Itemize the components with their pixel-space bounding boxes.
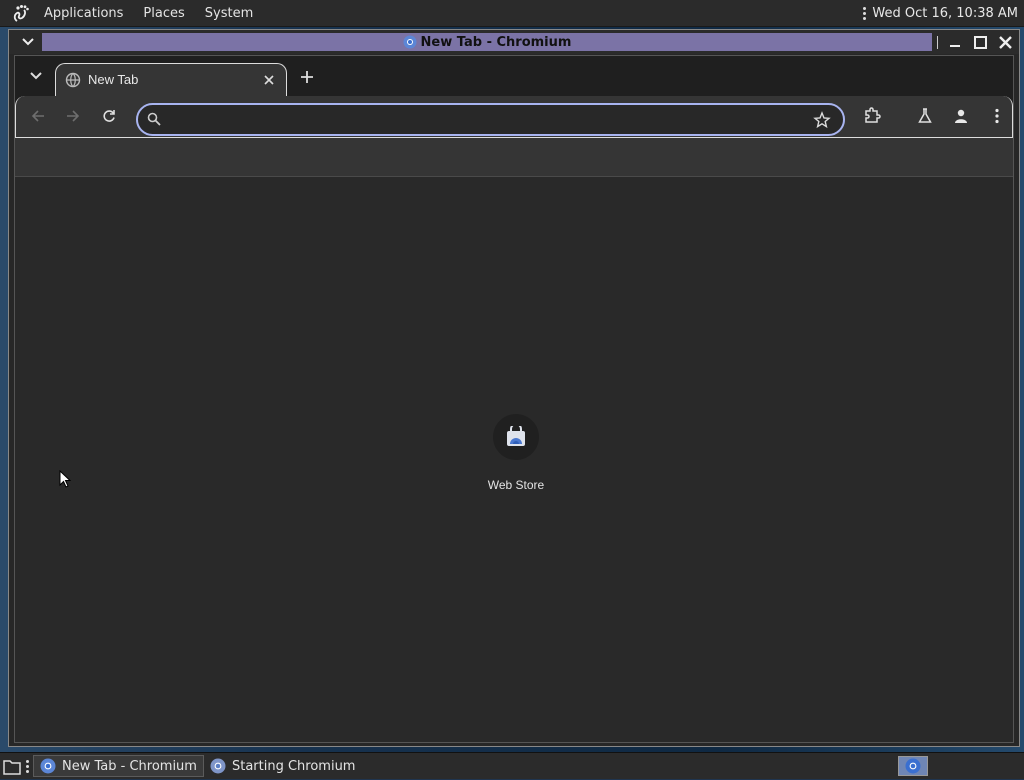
back-button[interactable] <box>27 105 49 127</box>
bookmarks-bar <box>15 138 1013 177</box>
profile-avatar-icon[interactable] <box>950 105 972 127</box>
gnome-foot-icon[interactable] <box>10 2 32 24</box>
workspace-switcher[interactable] <box>898 756 928 776</box>
panel-handle-icon[interactable] <box>863 6 867 20</box>
new-tab-button[interactable] <box>297 67 317 87</box>
task-label: Starting Chromium <box>231 758 356 774</box>
window-title: New Tab - Chromium <box>420 34 572 50</box>
web-store-icon-circle <box>493 414 539 460</box>
chromium-window: New Tab - Chromium New Tab Web Store <box>8 29 1020 747</box>
window-menu-icon[interactable] <box>15 33 41 51</box>
clock[interactable]: Wed Oct 16, 10:38 AM <box>872 6 1018 21</box>
menu-places[interactable]: Places <box>135 6 192 21</box>
menu-system[interactable]: System <box>197 6 261 21</box>
chromium-icon <box>210 758 226 774</box>
mouse-pointer-icon <box>59 470 72 488</box>
browser-frame: New Tab Web Store <box>14 55 1014 743</box>
shortcut-label: Web Store <box>487 478 545 492</box>
globe-icon <box>65 72 81 88</box>
address-input[interactable] <box>172 109 796 133</box>
extensions-puzzle-icon[interactable] <box>861 105 883 127</box>
browser-toolbar <box>15 96 1013 138</box>
labs-flask-icon[interactable] <box>914 105 936 127</box>
shortcut-web-store[interactable]: Web Store <box>478 414 554 492</box>
window-title-bar-highlight[interactable]: New Tab - Chromium <box>42 33 932 51</box>
chromium-icon <box>40 758 56 774</box>
chromium-icon <box>403 35 417 49</box>
show-desktop-icon[interactable] <box>2 756 22 776</box>
forward-button[interactable] <box>62 105 84 127</box>
top-panel: Applications Places System Wed Oct 16, 1… <box>0 0 1024 27</box>
bottom-panel: New Tab - Chromium Starting Chromium <box>0 752 1024 779</box>
minimize-button[interactable] <box>945 33 965 51</box>
tab-new-tab[interactable]: New Tab <box>55 63 287 97</box>
task-starting-chromium[interactable]: Starting Chromium <box>204 755 362 777</box>
search-icon <box>147 112 161 126</box>
titlebar-separator <box>937 36 938 49</box>
web-store-icon <box>507 426 525 446</box>
tab-strip: New Tab <box>15 56 1013 97</box>
panel-handle-icon[interactable] <box>26 759 29 773</box>
task-label: New Tab - Chromium <box>62 758 197 774</box>
window-titlebar[interactable]: New Tab - Chromium <box>9 30 1019 54</box>
bookmark-star-icon[interactable] <box>813 111 831 129</box>
new-tab-page: Web Store <box>15 177 1013 742</box>
tab-title: New Tab <box>88 72 139 87</box>
tab-search-button[interactable] <box>25 65 47 87</box>
tab-close-icon[interactable] <box>260 71 278 89</box>
maximize-button[interactable] <box>970 33 990 51</box>
address-bar[interactable] <box>136 103 845 136</box>
menu-applications[interactable]: Applications <box>36 6 131 21</box>
close-window-button[interactable] <box>995 33 1015 51</box>
browser-menu-icon[interactable] <box>986 105 1008 127</box>
chromium-icon <box>905 758 921 774</box>
task-new-tab-chromium[interactable]: New Tab - Chromium <box>33 755 204 777</box>
reload-button[interactable] <box>98 105 120 127</box>
